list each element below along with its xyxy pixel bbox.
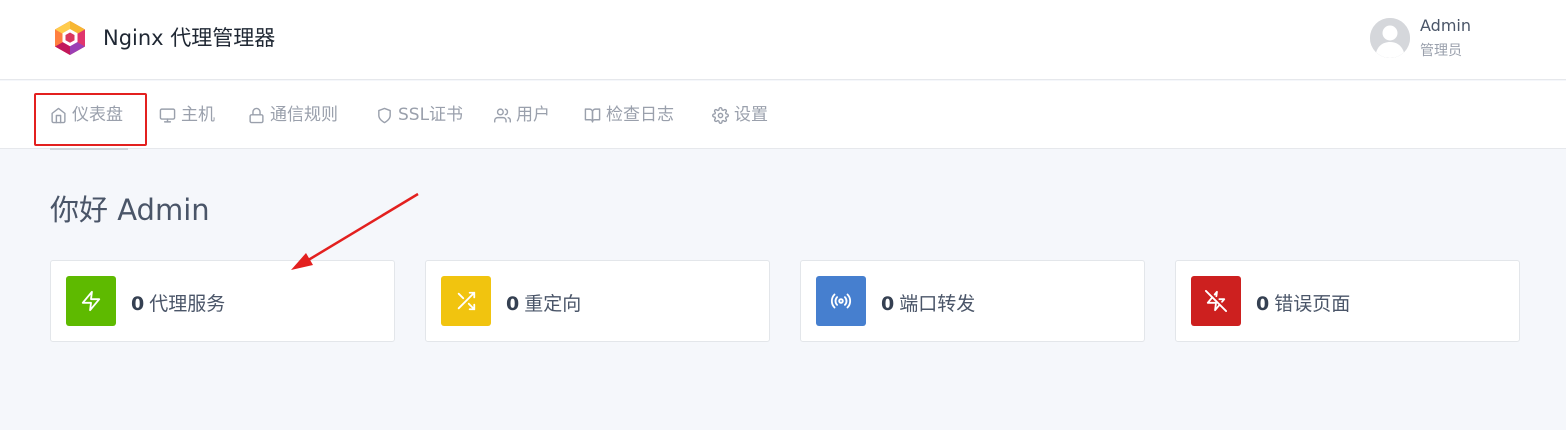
user-menu[interactable]: Admin 管理员 — [1370, 14, 1520, 64]
nav-label: 检查日志 — [606, 105, 674, 125]
stat-label: 重定向 — [524, 293, 582, 315]
shuffle-icon — [441, 276, 491, 326]
stat-label: 代理服务 — [149, 293, 226, 315]
lock-icon — [249, 107, 264, 123]
nav-item-users[interactable]: 用户 — [494, 101, 550, 129]
shield-icon — [378, 107, 391, 123]
nav-label: 用户 — [516, 105, 550, 125]
radio-icon — [816, 276, 866, 326]
app-title[interactable]: Nginx 代理管理器 — [103, 22, 275, 52]
main-nav: 仪表盘 主机 通信规则 SSL证书 用户 检查日志 设置 — [0, 81, 1566, 150]
stat-card-text: 0 代理服务 — [131, 289, 225, 316]
stat-count: 0 — [131, 293, 145, 315]
stat-card-streams[interactable]: 0 端口转发 — [800, 260, 1145, 342]
top-bar: Nginx 代理管理器 Admin 管理员 — [0, 0, 1566, 80]
nav-item-access-lists[interactable]: 通信规则 — [248, 101, 338, 129]
nav-active-indicator — [50, 148, 128, 150]
nginx-proxy-manager-logo[interactable] — [52, 20, 88, 56]
nav-item-settings[interactable]: 设置 — [712, 101, 768, 129]
gear-icon — [712, 106, 729, 124]
page-title: 你好 Admin — [50, 193, 210, 227]
stat-count: 0 — [1256, 293, 1270, 315]
nav-item-ssl-certificates[interactable]: SSL证书 — [376, 101, 463, 129]
nav-item-audit-log[interactable]: 检查日志 — [584, 101, 674, 129]
zap-icon — [66, 276, 116, 326]
monitor-icon — [159, 107, 176, 123]
nav-label: 设置 — [734, 105, 768, 125]
stat-card-text: 0 端口转发 — [881, 289, 975, 316]
stat-card-proxy-hosts[interactable]: 0 代理服务 — [50, 260, 395, 342]
stat-card-text: 0 重定向 — [506, 289, 581, 316]
users-icon — [494, 107, 511, 123]
user-role: 管理员 — [1420, 43, 1462, 59]
nav-label: 主机 — [181, 105, 215, 125]
stat-count: 0 — [506, 293, 520, 315]
stat-label: 错误页面 — [1274, 293, 1351, 315]
stat-card-text: 0 错误页面 — [1256, 289, 1350, 316]
nav-label: 仪表盘 — [72, 105, 123, 125]
stat-card-redirections[interactable]: 0 重定向 — [425, 260, 770, 342]
book-icon — [584, 107, 601, 123]
home-icon — [51, 107, 66, 123]
user-name: Admin — [1420, 16, 1471, 35]
nav-item-dashboard[interactable]: 仪表盘 — [50, 101, 123, 129]
nav-label: SSL证书 — [398, 105, 464, 125]
user-avatar-icon[interactable] — [1370, 18, 1410, 58]
stat-label: 端口转发 — [899, 293, 976, 315]
nav-label: 通信规则 — [270, 105, 338, 125]
nav-item-hosts[interactable]: 主机 — [159, 101, 215, 129]
zap-off-icon — [1191, 276, 1241, 326]
stat-count: 0 — [881, 293, 895, 315]
stat-card-dead-hosts[interactable]: 0 错误页面 — [1175, 260, 1520, 342]
